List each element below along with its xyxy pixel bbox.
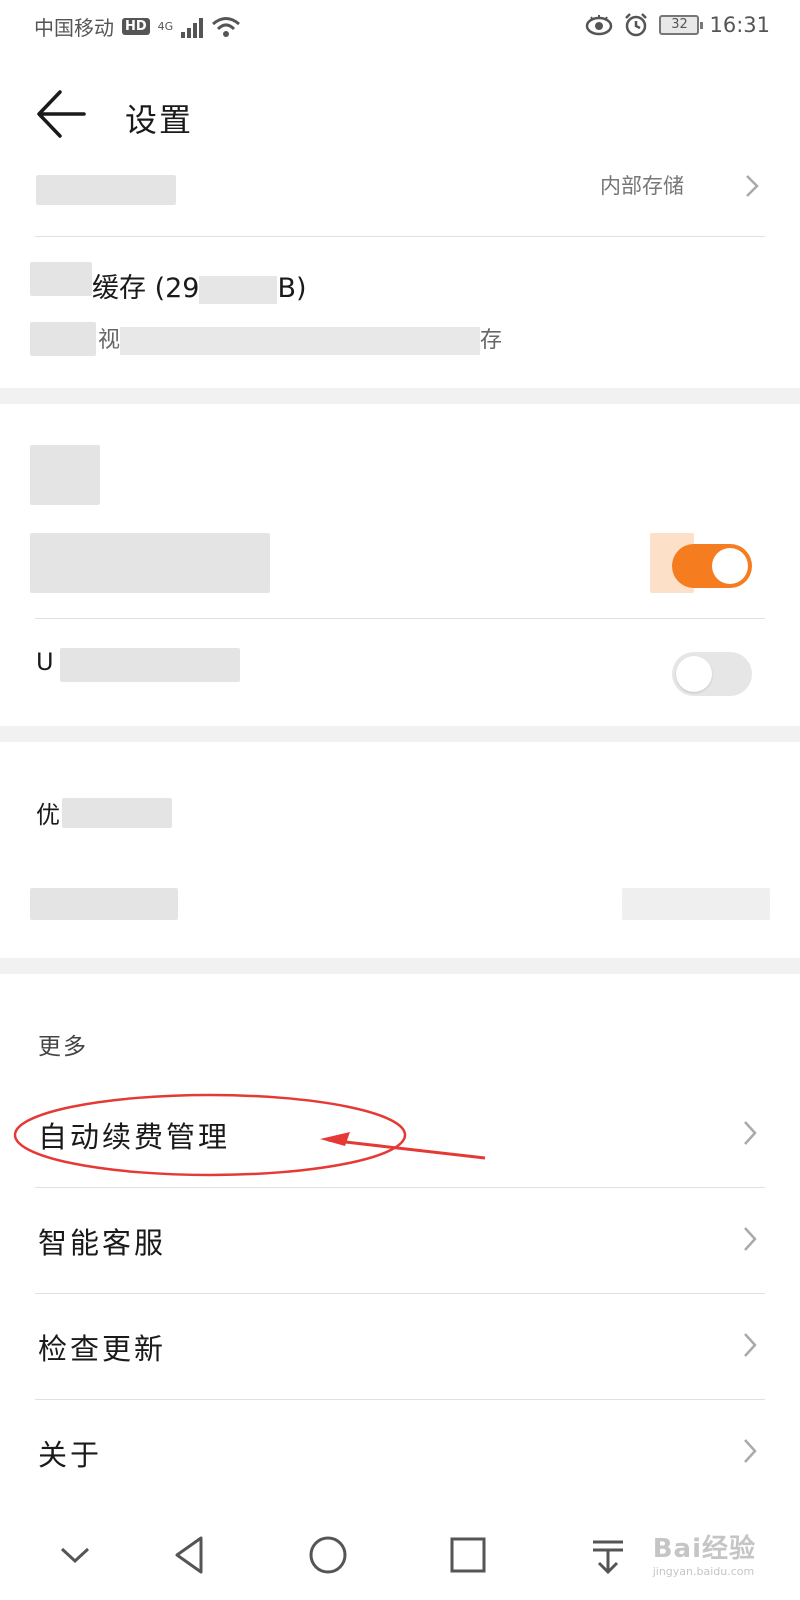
chevron-right-icon: [746, 175, 759, 197]
wifi-icon: [212, 16, 241, 37]
blurred-label: [30, 888, 178, 920]
cache-title-start: 缓存 (29: [92, 273, 200, 304]
carrier-name: 中国移动: [34, 16, 114, 40]
blurred-text: [30, 322, 96, 356]
menu-item-label: 智能客服: [38, 1226, 167, 1260]
blurred-text: [30, 262, 92, 296]
blurred-label: [62, 798, 172, 828]
setting-label-partial: 优: [36, 801, 60, 829]
nav-back-icon[interactable]: [165, 1530, 215, 1580]
setting-label-u: U: [36, 648, 54, 676]
nav-recents-icon[interactable]: [443, 1530, 493, 1580]
signal-icon: [181, 16, 204, 38]
status-right: 32 16:31: [585, 12, 770, 38]
menu-item-about[interactable]: 关于: [0, 1400, 800, 1506]
watermark-url: jingyan.baidu.com: [652, 1565, 755, 1578]
battery-level: 32: [671, 17, 688, 32]
chevron-right-icon: [744, 1121, 757, 1145]
alarm-icon: [625, 13, 648, 37]
clock: 16:31: [709, 13, 770, 37]
chevron-down-icon[interactable]: [50, 1530, 100, 1580]
blurred-value: [622, 888, 770, 920]
toggle-switch-off[interactable]: [672, 652, 752, 696]
chevron-right-icon: [744, 1439, 757, 1463]
notification-pull-icon[interactable]: [583, 1530, 633, 1580]
menu-item-auto-renewal[interactable]: 自动续费管理: [0, 1082, 800, 1188]
cache-subtitle: 视存: [98, 322, 502, 355]
blurred-label: [60, 648, 240, 682]
menu-item-smart-service[interactable]: 智能客服: [0, 1188, 800, 1294]
baidu-jingyan-watermark: Bai经验 jingyan.baidu.com: [653, 1528, 756, 1578]
menu-item-label: 自动续费管理: [38, 1120, 231, 1154]
menu-item-label: 检查更新: [38, 1332, 167, 1366]
eye-comfort-icon: [586, 15, 613, 36]
cache-subtitle-end: 存: [480, 328, 503, 353]
menu-item-check-update[interactable]: 检查更新: [0, 1294, 800, 1400]
menu-item-label: 关于: [38, 1438, 103, 1472]
storage-location-value[interactable]: 内部存储: [600, 170, 684, 200]
more-section-title: 更多: [38, 1034, 88, 1060]
hd-badge: HD: [122, 18, 150, 35]
back-arrow-icon[interactable]: [36, 88, 88, 140]
clear-cache-title[interactable]: 缓存 (29 B): [92, 266, 307, 305]
divider: [35, 618, 765, 619]
chevron-right-icon: [744, 1227, 757, 1251]
status-bar: 中国移动 HD 4G 32 16:31: [0, 0, 800, 56]
title-bar: 设置: [0, 60, 800, 170]
toggle-switch-on[interactable]: [672, 544, 752, 588]
network-type: 4G: [157, 20, 174, 33]
section-gap: [0, 958, 800, 974]
section-gap: [0, 388, 800, 404]
cache-subtitle-start: 视: [98, 328, 121, 353]
nav-home-icon[interactable]: [303, 1530, 353, 1580]
blurred-label: [30, 533, 270, 593]
battery-icon: 32: [659, 15, 704, 35]
watermark-brand: Bai经验: [652, 1534, 756, 1564]
section-gap: [0, 726, 800, 742]
chevron-right-icon: [744, 1333, 757, 1357]
blurred-label: [36, 175, 176, 205]
status-left: 中国移动 HD 4G: [34, 12, 241, 41]
blurred-section-title: [30, 445, 100, 505]
cache-title-end: B): [277, 273, 307, 304]
divider: [35, 236, 765, 237]
page-title: 设置: [125, 101, 194, 139]
